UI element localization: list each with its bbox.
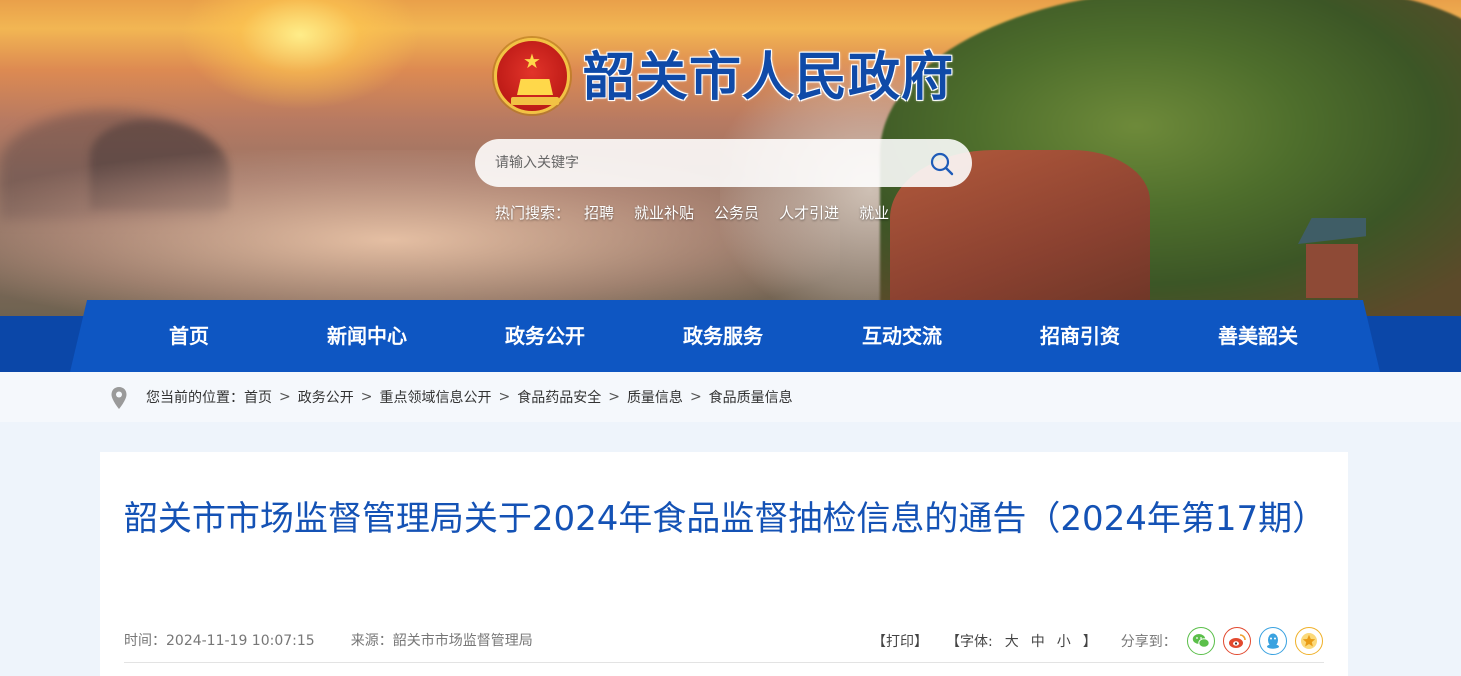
nav-item-shanmei[interactable]: 善美韶关 xyxy=(1188,320,1328,352)
banner-sun xyxy=(180,0,420,110)
breadcrumb-separator: > xyxy=(689,389,702,405)
article-meta: 时间：2024-11-19 10:07:15 来源：韶关市市场监督管理局 xyxy=(124,630,569,650)
hot-keyword[interactable]: 人才引进 xyxy=(779,202,839,223)
nav-item-news[interactable]: 新闻中心 xyxy=(297,320,437,352)
nav-item-home[interactable]: 首页 xyxy=(119,320,259,352)
hot-search: 热门搜索： 招聘 就业补贴 公务员 人才引进 就业 xyxy=(495,201,909,223)
breadcrumb-item[interactable]: 重点领域信息公开 xyxy=(379,387,491,407)
weibo-icon[interactable] xyxy=(1222,627,1251,655)
breadcrumb-separator: > xyxy=(279,389,291,405)
nav-item-gov-services[interactable]: 政务服务 xyxy=(653,320,793,352)
breadcrumb-item[interactable]: 政务公开 xyxy=(298,387,354,407)
nav-item-interaction[interactable]: 互动交流 xyxy=(832,320,972,352)
article-source: 来源：韶关市市场监督管理局 xyxy=(350,633,533,649)
breadcrumb-separator: > xyxy=(360,389,373,405)
hot-search-label: 热门搜索： xyxy=(495,203,571,222)
article-title: 韶关市市场监督管理局关于2024年食品监督抽检信息的通告（2024年第17期） xyxy=(123,499,1327,539)
national-emblem-logo[interactable]: ★ xyxy=(494,38,570,114)
breadcrumb-item[interactable]: 食品质量信息 xyxy=(709,387,793,407)
banner-pavilion xyxy=(1298,218,1366,298)
font-small-button[interactable]: 小 xyxy=(1057,631,1071,651)
search-input[interactable] xyxy=(495,151,915,175)
hot-keyword[interactable]: 招聘 xyxy=(584,202,614,223)
breadcrumb-separator: > xyxy=(608,389,620,405)
hot-keyword[interactable]: 公务员 xyxy=(714,202,759,223)
hot-keyword[interactable]: 就业 xyxy=(859,202,889,223)
nav-item-investment[interactable]: 招商引资 xyxy=(1010,320,1150,352)
print-button[interactable]: 【打印】 xyxy=(872,631,928,651)
search-icon[interactable] xyxy=(929,151,955,177)
breadcrumb-item[interactable]: 质量信息 xyxy=(627,387,683,407)
breadcrumb-item[interactable]: 食品药品安全 xyxy=(517,387,601,407)
font-size-prefix: 【字体: xyxy=(946,634,993,650)
font-size-suffix: 】 xyxy=(1082,634,1097,650)
font-large-button[interactable]: 大 xyxy=(1005,631,1019,651)
breadcrumb-prefix: 您当前的位置： xyxy=(146,390,244,406)
font-medium-button[interactable]: 中 xyxy=(1031,631,1045,651)
hot-keyword[interactable]: 就业补贴 xyxy=(634,202,694,223)
location-pin-icon xyxy=(111,387,127,409)
article-tools: 【打印】 【字体: 大 中 小 】 分享到： xyxy=(872,626,1331,656)
site-title[interactable]: 韶关市人民政府 xyxy=(583,46,954,110)
breadcrumb-separator: > xyxy=(498,389,511,405)
qzone-icon[interactable] xyxy=(1294,627,1323,655)
breadcrumb-item[interactable]: 首页 xyxy=(244,387,272,407)
wechat-icon[interactable] xyxy=(1186,627,1215,655)
search-box xyxy=(475,139,972,187)
breadcrumb: 您当前的位置： 首页 > 政务公开 > 重点领域信息公开 > 食品药品安全 > … xyxy=(146,386,793,408)
meta-divider xyxy=(124,662,1324,663)
share-label: 分享到： xyxy=(1120,634,1177,650)
qq-icon[interactable] xyxy=(1258,627,1287,655)
nav-item-gov-affairs[interactable]: 政务公开 xyxy=(475,320,615,352)
publish-time: 时间：2024-11-19 10:07:15 xyxy=(124,633,315,649)
